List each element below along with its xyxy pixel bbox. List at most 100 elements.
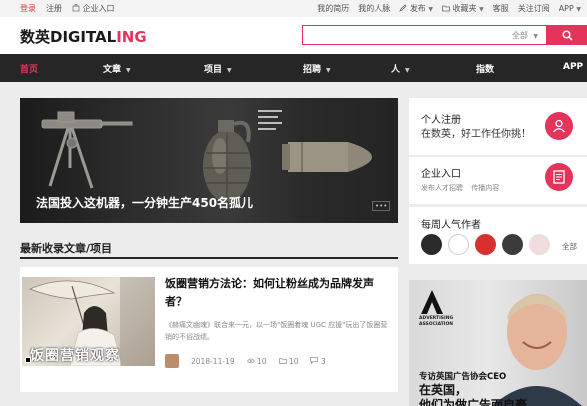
favorites-label: 收藏夹 <box>452 4 477 13</box>
my-network-link[interactable]: 我的人脉 <box>358 3 390 14</box>
author-avatar-2[interactable] <box>448 234 469 255</box>
advertising-association-logo <box>421 290 443 314</box>
user-icon <box>553 119 565 133</box>
nav-articles[interactable]: 文章 ▼ <box>103 62 131 75</box>
ad-portrait <box>492 294 582 406</box>
hero-more-button[interactable]: ••• <box>372 201 391 211</box>
weekly-authors-card: 每周人气作者 全部 <box>409 207 587 264</box>
hero-caption[interactable]: 法国投入这机器，一分钟生产450名孤儿 <box>36 194 253 211</box>
chevron-down-icon: ▼ <box>428 6 433 13</box>
ad-org-name: ADVERTISING ASSOCIATION <box>419 316 454 327</box>
chevron-down-icon: ▼ <box>533 33 538 40</box>
app-top-menu[interactable]: APP ▼ <box>559 4 581 13</box>
main-nav: 首页 文章 ▼ 项目 ▼ 招聘 ▼ 人 ▼ 指数 APP <box>0 54 587 82</box>
document-icon <box>553 170 565 184</box>
comments-count[interactable]: 3 <box>310 356 326 366</box>
favorites-menu[interactable]: 收藏夹 ▼ <box>442 3 484 14</box>
center-text-graphic <box>258 110 282 130</box>
chevron-down-icon: ▼ <box>576 6 581 13</box>
enterprise-icon <box>72 4 80 12</box>
nav-index[interactable]: 指数 <box>476 62 494 75</box>
nav-app[interactable]: APP <box>563 62 583 72</box>
chevron-down-icon: ▼ <box>227 67 232 74</box>
comment-icon <box>310 356 319 365</box>
enterprise-entry-link[interactable]: 企业入口 <box>72 3 115 14</box>
enterprise-links: 发布人才招聘 传播内容 <box>421 183 499 193</box>
nav-app-label: APP <box>563 62 584 72</box>
eye-icon <box>246 358 255 363</box>
article-date: 2018-11-19 <box>191 356 235 366</box>
publish-label: 发布 <box>409 4 426 13</box>
chevron-down-icon: ▼ <box>479 6 484 13</box>
nav-jobs-label: 招聘 <box>303 65 322 75</box>
chevron-down-icon: ▼ <box>326 67 331 74</box>
article-meta: 2018-11-19 10 10 3 <box>165 354 393 368</box>
author-avatar-4[interactable] <box>502 234 523 255</box>
publish-content-link[interactable]: 传播内容 <box>471 184 499 192</box>
nav-index-label: 指数 <box>476 65 495 75</box>
article-title[interactable]: 饭圈营销方法论：如何让粉丝成为品牌发声者？ <box>165 275 393 311</box>
app-top-label: APP <box>558 4 574 13</box>
nav-projects[interactable]: 项目 ▼ <box>204 62 232 75</box>
chevron-down-icon: ▼ <box>126 67 131 74</box>
enterprise-card[interactable]: 企业入口 发布人才招聘 传播内容 <box>409 157 587 204</box>
favorites-value: 10 <box>288 356 299 366</box>
nav-home-label: 首页 <box>20 65 39 75</box>
register-subtitle: 在数英，好工作任你挑！ <box>421 129 531 140</box>
author-avatar-3[interactable] <box>475 234 496 255</box>
enterprise-button[interactable] <box>545 163 573 191</box>
thumbnail-caption: 饭圈营销观察 <box>30 348 120 364</box>
author-avatar-1[interactable] <box>421 234 442 255</box>
nav-projects-label: 项目 <box>204 65 223 75</box>
chevron-down-icon: ▼ <box>405 67 410 74</box>
search-icon <box>561 29 573 41</box>
article-thumbnail[interactable]: 饭圈营销观察 <box>22 277 155 366</box>
post-job-link[interactable]: 发布人才招聘 <box>421 184 463 192</box>
nav-jobs[interactable]: 招聘 ▼ <box>303 62 331 75</box>
article-description: 《赫痛文幽魂》联合来一元，以一场"饭圈着魂 UGC 应援"玩出了饭圈营销的不俗战… <box>165 321 388 341</box>
bullet-illustration <box>282 142 372 172</box>
search-scope-label: 全部 <box>511 31 528 40</box>
views-value: 10 <box>256 356 267 366</box>
customer-service-link[interactable]: 客服 <box>493 3 509 14</box>
views-count: 10 <box>246 356 267 366</box>
publish-menu[interactable]: 发布 ▼ <box>399 3 433 14</box>
weekly-authors-title: 每周人气作者 <box>421 220 481 231</box>
nav-people-label: 人 <box>391 65 401 75</box>
search-input[interactable]: 全部 ▼ <box>302 25 547 45</box>
register-link[interactable]: 注册 <box>46 3 62 14</box>
grenade-illustration <box>203 120 251 202</box>
nav-articles-label: 文章 <box>103 65 122 75</box>
authors-list <box>421 234 550 255</box>
top-utility-bar: 登录 注册 企业入口 我的简历 我的人脉 发布 ▼ 收藏夹 ▼ 客服 关注订阅 … <box>0 0 587 17</box>
thumbnail-marker <box>25 357 31 363</box>
search-scope-select[interactable]: 全部 ▼ <box>512 30 538 41</box>
comments-value: 3 <box>320 356 326 366</box>
logo-digital: DIGITAL <box>50 28 117 46</box>
folder-icon <box>442 5 450 12</box>
register-card[interactable]: 个人注册 在数英，好工作任你挑！ <box>409 98 587 155</box>
favorites-count[interactable]: 10 <box>278 356 299 366</box>
search-button[interactable] <box>547 25 587 45</box>
enterprise-entry-label: 企业入口 <box>82 4 115 13</box>
site-header: 数英DIGITALING 全部 ▼ <box>0 17 587 54</box>
enterprise-title: 企业入口 <box>421 169 461 180</box>
machine-gun-illustration <box>41 111 133 189</box>
article-card[interactable]: 饭圈营销观察 饭圈营销方法论：如何让粉丝成为品牌发声者？ 《赫痛文幽魂》联合来一… <box>20 267 398 392</box>
authors-all-link[interactable]: 全部 <box>562 241 577 252</box>
nav-people[interactable]: 人 ▼ <box>391 62 410 75</box>
logo-ing: ING <box>116 28 147 46</box>
author-avatar-5[interactable] <box>529 234 550 255</box>
author-avatar[interactable] <box>165 354 179 368</box>
section-title: 最新收录文章/项目 <box>20 242 113 255</box>
nav-home[interactable]: 首页 <box>20 62 38 75</box>
my-resume-link[interactable]: 我的简历 <box>317 3 349 14</box>
site-logo[interactable]: 数英DIGITALING <box>20 26 147 47</box>
advertisement-banner[interactable]: ADVERTISING ASSOCIATION 专访英国广告协会CEO 在英国，… <box>409 280 587 406</box>
login-link[interactable]: 登录 <box>20 3 36 14</box>
follow-subscribe-link[interactable]: 关注订阅 <box>518 3 550 14</box>
register-button[interactable] <box>545 112 573 140</box>
folder-icon <box>278 357 287 364</box>
pen-icon <box>399 4 407 12</box>
logo-cn: 数英 <box>20 28 51 46</box>
